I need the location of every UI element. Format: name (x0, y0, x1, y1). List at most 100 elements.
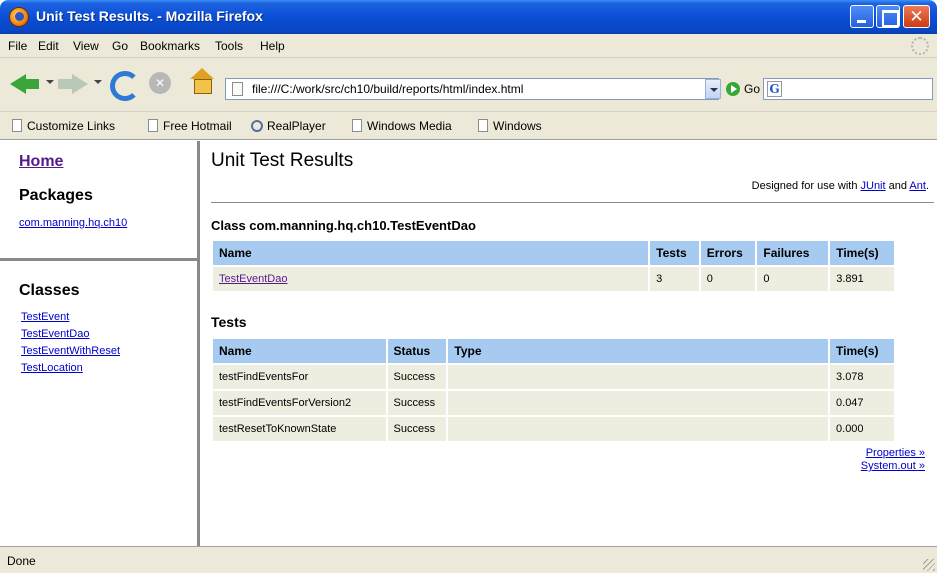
url-field[interactable]: file:///C:/work/src/ch10/build/reports/h… (225, 78, 719, 100)
bookmark-label: Customize Links (27, 119, 116, 133)
menu-tools[interactable]: Tools (215, 39, 243, 53)
classes-list: TestEvent TestEventDao TestEventWithRese… (21, 309, 120, 377)
class-heading: Class com.manning.hq.ch10.TestEventDao (211, 218, 476, 233)
bookmark-windows[interactable]: Windows (478, 119, 542, 133)
test-time: 0.000 (830, 417, 894, 441)
left-frame: Home Packages com.manning.hq.ch10 Classe… (0, 141, 200, 546)
tests-table: Name Status Type Time(s) testFindEventsF… (211, 337, 896, 443)
failures-count: 0 (757, 267, 829, 291)
divider (211, 202, 934, 203)
menu-bookmarks[interactable]: Bookmarks (140, 39, 200, 53)
menu-bar: File Edit View Go Bookmarks Tools Help (0, 34, 937, 58)
table-row: testFindEventsForVersion2 Success 0.047 (213, 391, 894, 415)
realplayer-icon (251, 120, 263, 132)
status-bar: Done (0, 546, 937, 573)
menu-edit[interactable]: Edit (38, 39, 59, 53)
bookmark-customize-links[interactable]: Customize Links (12, 119, 115, 133)
class-summary-table: Name Tests Errors Failures Time(s) TestE… (211, 239, 896, 293)
minimize-button[interactable] (850, 5, 874, 28)
bookmark-free-hotmail[interactable]: Free Hotmail (148, 119, 232, 133)
bookmark-label: Free Hotmail (163, 119, 232, 133)
bookmark-realplayer[interactable]: RealPlayer (251, 119, 326, 133)
title-bar[interactable]: Unit Test Results. - Mozilla Firefox ✕ (0, 0, 937, 34)
time-value: 3.891 (830, 267, 894, 291)
test-time: 3.078 (830, 365, 894, 389)
test-type (448, 417, 829, 441)
table-row: TestEventDao 3 0 0 3.891 (213, 267, 894, 291)
page-icon (232, 82, 243, 96)
search-input[interactable]: G (763, 78, 933, 100)
forward-dropdown-icon[interactable] (94, 80, 102, 84)
bookmark-label: RealPlayer (267, 119, 326, 133)
resize-grip-icon[interactable] (923, 559, 935, 571)
column-header-time: Time(s) (830, 241, 894, 265)
close-button[interactable]: ✕ (903, 5, 930, 28)
column-header-tests: Tests (650, 241, 699, 265)
class-link-testlocation[interactable]: TestLocation (21, 360, 120, 377)
errors-count: 0 (700, 267, 756, 291)
tests-heading: Tests (211, 314, 247, 330)
close-icon: ✕ (909, 7, 924, 27)
menu-view[interactable]: View (73, 39, 99, 53)
go-arrow-icon[interactable] (726, 82, 740, 96)
back-dropdown-icon[interactable] (46, 80, 54, 84)
table-row: testFindEventsFor Success 3.078 (213, 365, 894, 389)
status-text: Done (7, 554, 36, 568)
bookmark-label: Windows Media (367, 119, 452, 133)
test-name: testResetToKnownState (213, 417, 386, 441)
column-header-type: Type (448, 339, 829, 363)
tests-count: 3 (650, 267, 699, 291)
column-header-status: Status (387, 339, 447, 363)
class-link-testevent[interactable]: TestEvent (21, 309, 120, 326)
page-icon (12, 119, 22, 132)
maximize-button[interactable] (876, 5, 900, 28)
home-icon[interactable] (188, 68, 216, 98)
test-status: Success (387, 417, 447, 441)
main-frame: Unit Test Results Designed for use with … (203, 141, 937, 546)
test-type (448, 365, 829, 389)
back-arrow-icon[interactable] (10, 68, 44, 98)
content-area: Home Packages com.manning.hq.ch10 Classe… (0, 141, 937, 546)
designed-and: and (885, 180, 910, 192)
forward-arrow-icon[interactable] (58, 68, 90, 98)
table-row: testResetToKnownState Success 0.000 (213, 417, 894, 441)
menu-go[interactable]: Go (112, 39, 128, 53)
page-title: Unit Test Results (211, 150, 354, 171)
links-toolbar: Customize Links Free Hotmail RealPlayer … (0, 112, 937, 140)
google-search-icon[interactable]: G (767, 81, 782, 97)
url-text[interactable]: file:///C:/work/src/ch10/build/reports/h… (252, 82, 523, 96)
designed-prefix: Designed for use with (751, 180, 861, 192)
output-links: Properties » System.out » (861, 447, 925, 473)
window-title: Unit Test Results. - Mozilla Firefox (36, 8, 263, 24)
page-icon (478, 119, 488, 132)
packages-frame: Home Packages com.manning.hq.ch10 (0, 141, 197, 261)
designed-suffix: . (925, 180, 929, 192)
properties-link[interactable]: Properties » (861, 447, 925, 460)
firefox-logo-icon (9, 7, 29, 27)
test-status: Success (387, 391, 447, 415)
test-name: testFindEventsForVersion2 (213, 391, 386, 415)
ant-link[interactable]: Ant (909, 180, 926, 192)
home-link[interactable]: Home (19, 153, 63, 171)
packages-heading: Packages (19, 187, 93, 204)
column-header-errors: Errors (700, 241, 756, 265)
system-out-link[interactable]: System.out » (861, 460, 925, 473)
throbber-icon (911, 37, 929, 55)
url-history-dropdown[interactable] (705, 79, 721, 99)
junit-link[interactable]: JUnit (861, 180, 886, 192)
class-result-link[interactable]: TestEventDao (213, 267, 649, 291)
class-link-testeventdao[interactable]: TestEventDao (21, 326, 120, 343)
reload-icon[interactable] (108, 68, 140, 101)
designed-for-note: Designed for use with JUnit and Ant. (752, 180, 929, 192)
menu-help[interactable]: Help (260, 39, 285, 53)
bookmark-windows-media[interactable]: Windows Media (352, 119, 452, 133)
column-header-name: Name (213, 241, 649, 265)
package-link[interactable]: com.manning.hq.ch10 (19, 217, 127, 229)
test-name: testFindEventsFor (213, 365, 386, 389)
stop-icon[interactable] (148, 68, 174, 98)
navigation-toolbar: file:///C:/work/src/ch10/build/reports/h… (0, 58, 937, 112)
test-time: 0.047 (830, 391, 894, 415)
class-link-testeventwithreset[interactable]: TestEventWithReset (21, 343, 120, 360)
go-button-label[interactable]: Go (744, 82, 760, 96)
menu-file[interactable]: File (8, 39, 27, 53)
